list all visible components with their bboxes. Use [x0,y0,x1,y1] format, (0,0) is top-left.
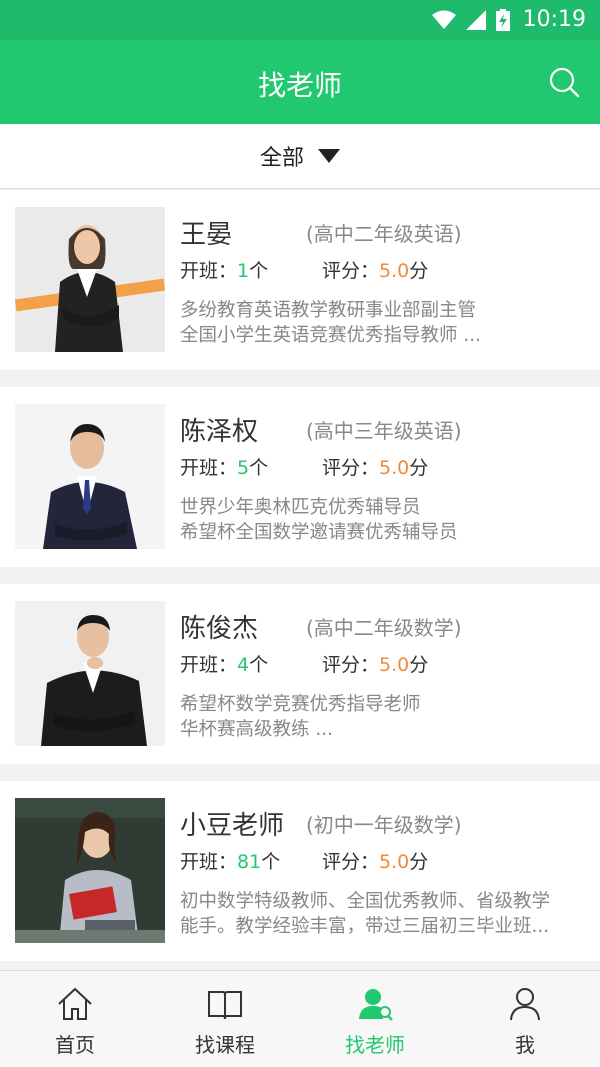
app-bar: 找老师 [0,40,600,124]
teacher-description: 希望杯数学竞赛优秀指导老师 华杯赛高级教练 ... [180,694,421,740]
battery-charging-icon [496,9,510,31]
wifi-icon [432,10,456,29]
status-icons [432,9,510,31]
teacher-grade: (高中三年级英语) [306,419,462,443]
tab-teachers-label: 找老师 [345,1033,405,1057]
teacher-icon [359,989,393,1021]
teacher-name: 陈俊杰 [180,614,259,644]
tab-courses[interactable]: 找课程 [150,971,300,1067]
user-icon [510,988,540,1021]
caret-down-icon [318,149,340,163]
teacher-photo [15,798,165,943]
status-bar: 10:19 [0,0,600,40]
tab-home[interactable]: 首页 [0,971,150,1067]
class-count: 开班：4个 [180,654,269,676]
bottom-nav: 首页 找课程 找老师 我 [0,970,600,1067]
teacher-name: 陈泽权 [180,417,259,447]
class-count: 开班：1个 [180,260,269,282]
tab-me[interactable]: 我 [450,971,600,1067]
teacher-name: 王晏 [180,220,233,250]
rating: 评分：5.0分 [322,260,429,282]
teacher-photo [15,404,165,549]
teacher-card[interactable]: 小豆老师 (初中一年级数学) 开班：81个 评分：5.0分 初中数学特级教师、全… [0,781,600,961]
teacher-photo [15,207,165,352]
teacher-photo [15,601,165,746]
teacher-description: 多纷教育英语教学教研事业部副主管 全国小学生英语竞赛优秀指导教师 ... [180,300,482,346]
tab-home-label: 首页 [55,1033,95,1057]
home-icon [58,987,92,1020]
search-icon[interactable] [548,66,580,98]
tab-courses-label: 找课程 [195,1033,255,1057]
teacher-description: 世界少年奥林匹克优秀辅导员 希望杯全国数学邀请赛优秀辅导员 [180,497,458,543]
teacher-grade: (高中二年级数学) [306,616,462,640]
rating: 评分：5.0分 [322,851,429,873]
filter-dropdown[interactable]: 全部 [0,124,600,189]
book-icon [208,991,242,1020]
teacher-card[interactable]: 陈泽权 (高中三年级英语) 开班：5个 评分：5.0分 世界少年奥林匹克优秀辅导… [0,387,600,567]
signal-icon [466,10,486,30]
teacher-card[interactable]: 陈俊杰 (高中二年级数学) 开班：4个 评分：5.0分 希望杯数学竞赛优秀指导老… [0,584,600,764]
rating: 评分：5.0分 [322,457,429,479]
page-title: 找老师 [257,69,342,102]
rating: 评分：5.0分 [322,654,429,676]
teacher-card[interactable]: 王晏 (高中二年级英语) 开班：1个 评分：5.0分 多纷教育英语教学教研事业部… [0,190,600,370]
filter-label: 全部 [259,146,304,171]
teacher-name: 小豆老师 [180,811,285,841]
teacher-grade: (初中一年级数学) [306,813,462,837]
teacher-description: 初中数学特级教师、全国优秀教师、省级教学 能手。教学经验丰富，带过三届初三毕业班… [180,891,551,937]
status-time: 10:19 [522,7,586,32]
class-count: 开班：81个 [180,851,281,873]
class-count: 开班：5个 [180,457,269,479]
tab-teachers[interactable]: 找老师 [300,971,450,1067]
tab-me-label: 我 [515,1033,535,1057]
teacher-grade: (高中二年级英语) [306,222,462,246]
